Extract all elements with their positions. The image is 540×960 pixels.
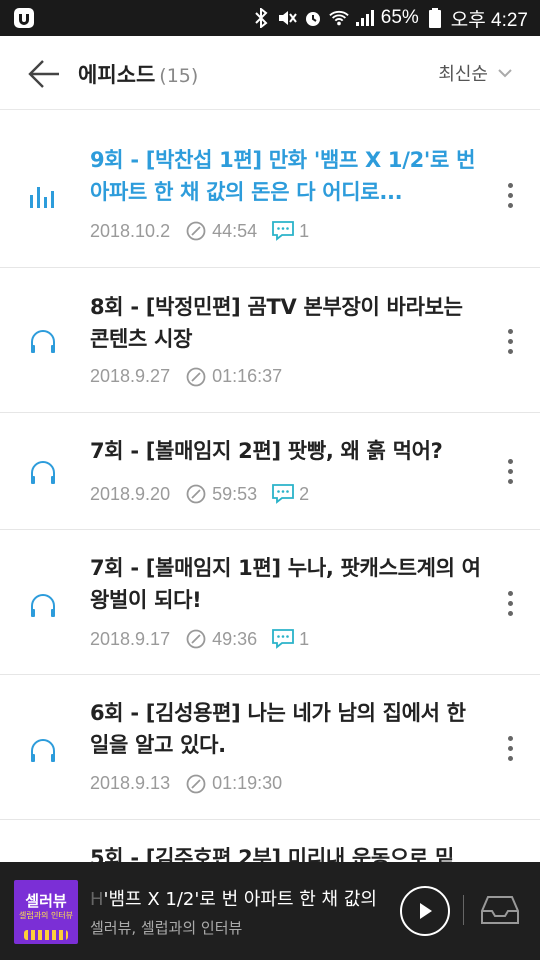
clock-icon (186, 367, 206, 386)
back-button[interactable] (24, 54, 64, 94)
inbox-icon (481, 896, 519, 924)
signal-icon (355, 8, 375, 28)
now-playing-text: '뱀프 X 1/2'로 번 아파트 한 채 값의 (103, 889, 377, 910)
episode-list: 9회 - [박찬섭 1편] 만화 '뱀프 X 1/2'로 번 아파트 한 채 값… (0, 120, 540, 940)
comment-count[interactable]: 2 (271, 483, 309, 505)
arrow-left-icon (28, 60, 59, 88)
duration-text: 44:54 (212, 220, 258, 241)
headphones-icon (28, 457, 58, 487)
clock-icon (186, 774, 206, 793)
header: 에피소드 (15) 최신순 (0, 36, 540, 110)
episode-title: 8회 - [박정민편] 곰TV 본부장이 바라보는 콘텐츠 시장 (90, 295, 463, 351)
clock: 오후 4:27 (450, 9, 528, 31)
now-playing-title: H'뱀프 X 1/2'로 번 아파트 한 채 값의 (90, 885, 385, 911)
playlist-box-button[interactable] (478, 890, 522, 930)
battery-icon (425, 8, 445, 28)
episode-date: 2018.9.17 (90, 628, 171, 649)
status-bar: 65% 오후 4:27 (0, 0, 540, 36)
episode-title: 6회 - [김성용편] 나는 네가 남의 집에서 한 일을 알고 있다. (90, 701, 466, 757)
episode-meta: 2018.10.2 44:54 1 (90, 220, 309, 242)
episode-duration: 01:16:37 (186, 366, 282, 387)
episode-duration: 49:36 (186, 629, 257, 650)
more-options-icon[interactable] (500, 177, 520, 213)
clock-icon (186, 221, 206, 241)
clock-icon (186, 629, 206, 649)
comment-count[interactable]: 1 (271, 220, 309, 242)
clock-icon (186, 484, 206, 504)
play-button[interactable] (400, 886, 450, 936)
episode-item[interactable]: 9회 - [박찬섭 1편] 만화 '뱀프 X 1/2'로 번 아파트 한 채 값… (0, 120, 540, 268)
bluetooth-icon (251, 8, 271, 28)
comment-icon (272, 629, 295, 649)
chevron-down-icon (498, 69, 512, 78)
page-title-text: 에피소드 (78, 63, 156, 87)
now-playing-prefix: H (90, 889, 104, 910)
podcast-thumbnail[interactable]: 셀러뷰 셀럽과의 인터뷰 (14, 880, 78, 944)
episode-item[interactable]: 8회 - [박정민편] 곰TV 본부장이 바라보는 콘텐츠 시장 2018.9.… (0, 268, 540, 413)
more-options-icon[interactable] (500, 323, 520, 359)
comment-count-text: 1 (299, 220, 310, 241)
episode-meta: 2018.9.13 01:19:30 (90, 773, 282, 794)
page-title: 에피소드 (15) (78, 59, 198, 89)
episode-meta: 2018.9.17 49:36 1 (90, 628, 309, 650)
sort-label: 최신순 (438, 64, 488, 85)
more-options-icon[interactable] (500, 730, 520, 766)
thumbnail-title: 셀러뷰 (25, 892, 67, 910)
episode-date: 2018.10.2 (90, 220, 171, 241)
now-playing-channel: 셀러뷰, 셀럽과의 인터뷰 (90, 919, 243, 937)
more-options-icon[interactable] (500, 585, 520, 621)
comment-icon (272, 221, 295, 241)
episode-count: (15) (159, 65, 199, 87)
duration-text: 01:16:37 (212, 366, 283, 386)
sort-dropdown[interactable]: 최신순 (438, 60, 512, 86)
battery-percent: 65% (380, 7, 419, 28)
mini-player[interactable]: 셀러뷰 셀럽과의 인터뷰 H'뱀프 X 1/2'로 번 아파트 한 채 값의 셀… (0, 862, 540, 960)
alarm-icon (303, 8, 323, 28)
episode-date: 2018.9.20 (90, 483, 171, 504)
comment-count-text: 1 (299, 628, 310, 649)
headphones-icon (28, 735, 58, 765)
duration-text: 49:36 (212, 628, 258, 649)
episode-title: 9회 - [박찬섭 1편] 만화 '뱀프 X 1/2'로 번 아파트 한 채 값… (90, 148, 476, 204)
episode-title: 7회 - [볼매임지 2편] 팟빵, 왜 흙 먹어? (90, 439, 443, 463)
wifi-icon (329, 8, 349, 28)
episode-item[interactable]: 7회 - [볼매임지 1편] 누나, 팟캐스트계의 여왕벌이 되다! 2018.… (0, 530, 540, 675)
thumbnail-decoration (24, 930, 68, 940)
thumbnail-subtitle: 셀럽과의 인터뷰 (18, 911, 74, 920)
episode-date: 2018.9.13 (90, 773, 171, 793)
headphones-icon (28, 590, 58, 620)
episode-meta: 2018.9.27 01:16:37 (90, 366, 282, 387)
headphones-icon (28, 326, 58, 356)
episode-title: 7회 - [볼매임지 1편] 누나, 팟캐스트계의 여왕벌이 되다! (90, 556, 481, 612)
app-icon (12, 6, 36, 30)
episode-duration: 59:53 (186, 484, 257, 505)
comment-count[interactable]: 1 (271, 628, 309, 650)
comment-count-text: 2 (299, 483, 310, 504)
episode-item[interactable]: 6회 - [김성용편] 나는 네가 남의 집에서 한 일을 알고 있다. 201… (0, 675, 540, 820)
duration-text: 59:53 (212, 483, 258, 504)
episode-item[interactable]: 7회 - [볼매임지 2편] 팟빵, 왜 흙 먹어? 2018.9.20 59:… (0, 413, 540, 530)
mute-icon (277, 8, 297, 28)
equalizer-icon (28, 180, 58, 210)
comment-icon (272, 484, 295, 504)
duration-text: 01:19:30 (212, 773, 283, 793)
play-icon (420, 903, 432, 919)
episode-duration: 01:19:30 (186, 773, 282, 794)
episode-date: 2018.9.27 (90, 366, 171, 386)
episode-duration: 44:54 (186, 221, 257, 242)
episode-meta: 2018.9.20 59:53 2 (90, 483, 309, 505)
more-options-icon[interactable] (500, 453, 520, 489)
player-divider (463, 895, 464, 925)
